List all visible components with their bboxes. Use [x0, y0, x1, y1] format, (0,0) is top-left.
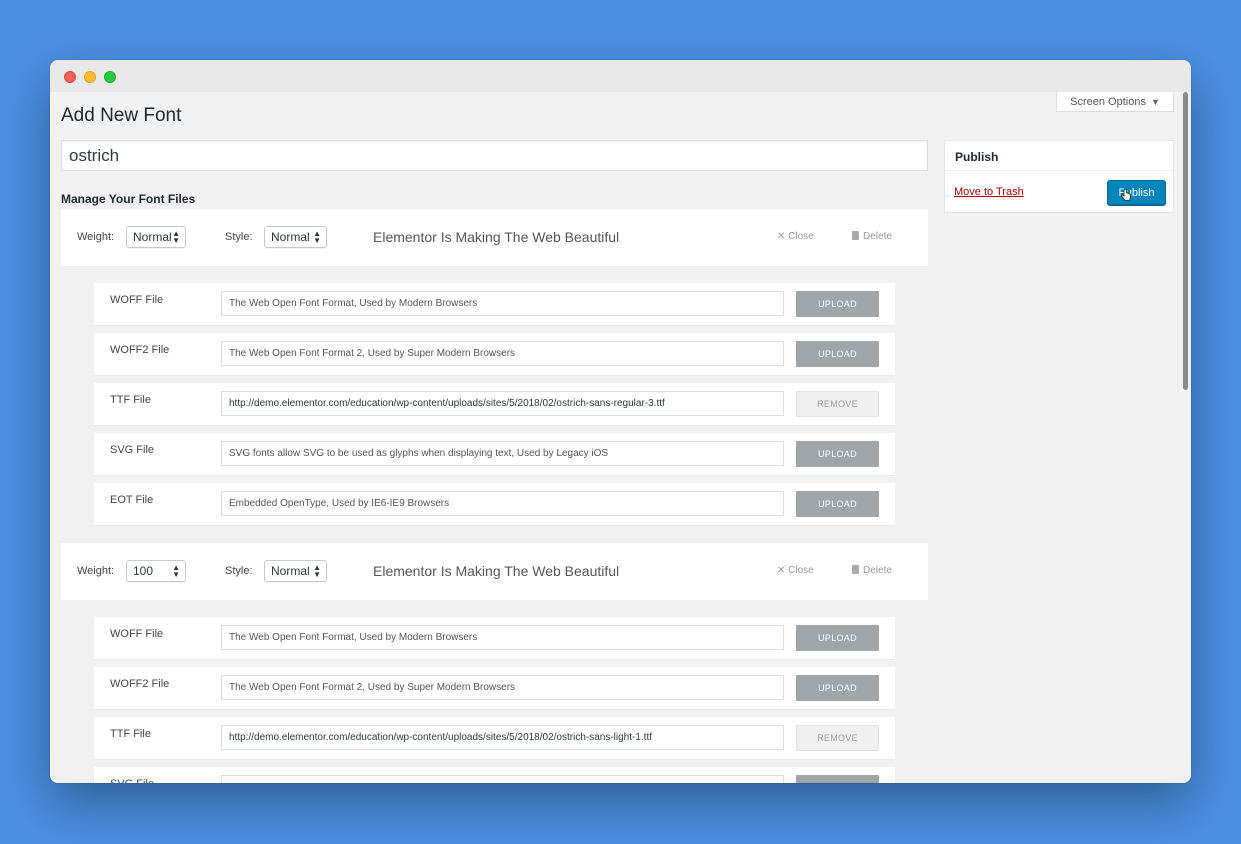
file-url-input[interactable]: http://demo.elementor.com/education/wp-c…: [221, 391, 784, 416]
select-arrows-icon: ▲ ▼: [172, 229, 180, 245]
publish-heading: Publish: [945, 141, 1173, 171]
trash-icon: [852, 231, 859, 240]
remove-file-button[interactable]: REMOVE: [796, 391, 879, 417]
font-file-row: EOT File Embedded OpenType, Used by IE6-…: [94, 483, 895, 525]
delete-action[interactable]: Delete: [852, 231, 892, 242]
file-url-input[interactable]: The Web Open Font Format, Used by Modern…: [221, 625, 784, 650]
upload-file-button[interactable]: UPLOAD: [796, 675, 879, 701]
weight-label: Weight:: [77, 231, 115, 243]
zoom-window-button[interactable]: [104, 71, 116, 83]
weight-select[interactable]: Normal ▲ ▼: [126, 226, 186, 248]
file-url-input[interactable]: The Web Open Font Format 2, Used by Supe…: [221, 341, 784, 366]
file-type-label: SVG File: [110, 778, 154, 783]
font-file-row: WOFF File The Web Open Font Format, Used…: [94, 617, 895, 659]
style-label: Style:: [225, 231, 253, 243]
font-file-row: SVG File SVG fonts allow SVG to be used …: [94, 433, 895, 475]
weight-value: Normal: [133, 230, 172, 244]
upload-file-button[interactable]: UPLOAD: [796, 341, 879, 367]
font-file-row: SVG File UPLOAD: [94, 767, 895, 783]
style-label: Style:: [225, 565, 253, 577]
upload-file-button[interactable]: UPLOAD: [796, 625, 879, 651]
select-arrows-icon: ▲ ▼: [313, 563, 321, 579]
font-file-row: TTF File http://demo.elementor.com/educa…: [94, 717, 895, 759]
close-icon: ✕: [777, 231, 786, 242]
font-file-row: WOFF2 File The Web Open Font Format 2, U…: [94, 667, 895, 709]
publish-box: Publish Move to Trash Publish: [944, 140, 1174, 213]
file-url-input[interactable]: The Web Open Font Format 2, Used by Supe…: [221, 675, 784, 700]
font-variation-block: Weight: Normal ▲ ▼ Style: Normal ▲ ▼ Eleme…: [61, 209, 928, 533]
upload-file-button[interactable]: UPLOAD: [796, 291, 879, 317]
file-type-label: WOFF File: [110, 294, 164, 306]
page-title: Add New Font: [61, 105, 182, 126]
variation-header: Weight: 100 ▲ ▼ Style: Normal ▲ ▼ Elemento…: [61, 543, 928, 600]
weight-value: 100: [133, 564, 154, 578]
publish-button[interactable]: Publish: [1107, 180, 1166, 205]
font-file-row: WOFF2 File The Web Open Font Format 2, U…: [94, 333, 895, 375]
font-preview-text: Elementor Is Making The Web Beautiful: [373, 563, 620, 579]
file-type-label: WOFF2 File: [110, 344, 170, 356]
file-url-input[interactable]: SVG fonts allow SVG to be used as glyphs…: [221, 441, 784, 466]
upload-file-button[interactable]: UPLOAD: [796, 775, 879, 783]
file-rows: WOFF File The Web Open Font Format, Used…: [61, 266, 928, 525]
font-variation-block: Weight: 100 ▲ ▼ Style: Normal ▲ ▼ Elemento…: [61, 543, 928, 783]
file-type-label: TTF File: [110, 394, 151, 406]
file-type-label: SVG File: [110, 444, 155, 456]
font-file-row: TTF File http://demo.elementor.com/educa…: [94, 383, 895, 425]
move-to-trash-link[interactable]: Move to Trash: [954, 186, 1024, 198]
file-type-label: WOFF File: [110, 628, 164, 640]
style-select[interactable]: Normal ▲ ▼: [264, 226, 327, 248]
delete-label: Delete: [863, 565, 892, 576]
close-label: Close: [788, 565, 814, 576]
minimize-window-button[interactable]: [84, 71, 96, 83]
style-value: Normal: [271, 564, 310, 578]
trash-icon: [852, 565, 859, 574]
weight-select[interactable]: 100 ▲ ▼: [126, 560, 186, 582]
close-action[interactable]: ✕ Close: [777, 231, 814, 242]
file-rows: WOFF File The Web Open Font Format, Used…: [61, 600, 928, 783]
file-url-input[interactable]: [221, 775, 784, 783]
weight-label: Weight:: [77, 565, 115, 577]
file-type-label: WOFF2 File: [110, 678, 170, 690]
close-icon: ✕: [777, 565, 786, 576]
select-arrows-icon: ▲ ▼: [172, 563, 180, 579]
close-window-button[interactable]: [64, 71, 76, 83]
font-file-row: WOFF File The Web Open Font Format, Used…: [94, 283, 895, 325]
screen-options-button[interactable]: Screen Options ▼: [1056, 92, 1174, 112]
font-name-input[interactable]: ostrich: [61, 140, 928, 171]
font-preview-text: Elementor Is Making The Web Beautiful: [373, 229, 620, 245]
delete-action[interactable]: Delete: [852, 565, 892, 576]
admin-content: Screen Options ▼ Add New Font ostrich Ma…: [50, 92, 1191, 783]
file-url-input[interactable]: http://demo.elementor.com/education/wp-c…: [221, 725, 784, 750]
file-type-label: EOT File: [110, 494, 154, 506]
style-select[interactable]: Normal ▲ ▼: [264, 560, 327, 582]
file-type-label: TTF File: [110, 728, 151, 740]
variation-header: Weight: Normal ▲ ▼ Style: Normal ▲ ▼ Eleme…: [61, 209, 928, 266]
hand-cursor-icon: [1121, 189, 1131, 201]
upload-file-button[interactable]: UPLOAD: [796, 441, 879, 467]
app-window: Screen Options ▼ Add New Font ostrich Ma…: [50, 60, 1191, 783]
select-arrows-icon: ▲ ▼: [313, 229, 321, 245]
screen-options-label: Screen Options: [1070, 95, 1146, 108]
close-action[interactable]: ✕ Close: [777, 565, 814, 576]
section-label: Manage Your Font Files: [61, 192, 196, 206]
caret-down-icon: ▼: [1150, 96, 1160, 107]
style-value: Normal: [271, 230, 310, 244]
file-url-input[interactable]: The Web Open Font Format, Used by Modern…: [221, 291, 784, 316]
remove-file-button[interactable]: REMOVE: [796, 725, 879, 751]
scrollbar-thumb[interactable]: [1183, 92, 1188, 390]
delete-label: Delete: [863, 231, 892, 242]
upload-file-button[interactable]: UPLOAD: [796, 491, 879, 517]
close-label: Close: [788, 231, 814, 242]
window-titlebar: [50, 60, 1191, 92]
file-url-input[interactable]: Embedded OpenType, Used by IE6-IE9 Brows…: [221, 491, 784, 516]
